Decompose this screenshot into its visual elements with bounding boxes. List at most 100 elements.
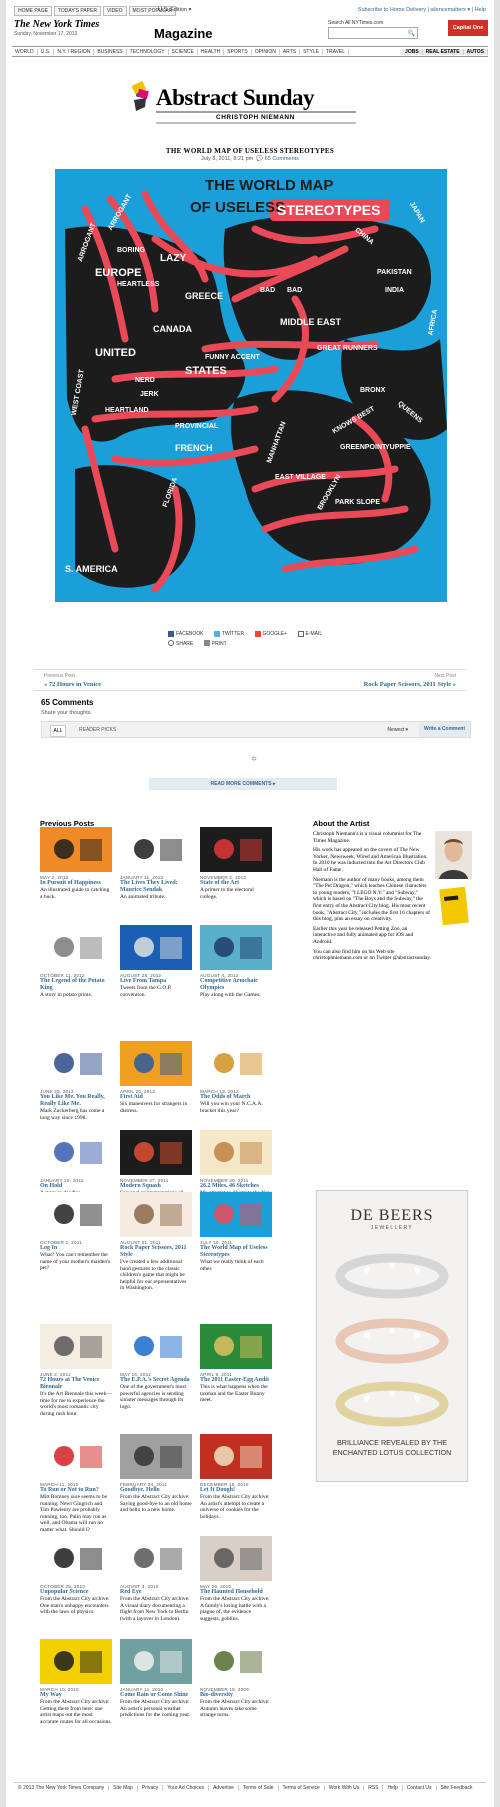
previous-post-card[interactable]: AUGUST 4, 2012 Competitive Armchair Olymp… [200, 925, 272, 999]
previous-post-card[interactable]: JANUARY 11, 2013 The Lives They Lived: Ma… [120, 827, 192, 901]
previous-post-link[interactable]: « 72 Hours in Venice [44, 681, 101, 688]
post-thumbnail[interactable] [200, 1041, 272, 1086]
footer-privacy[interactable]: Privacy [138, 1785, 164, 1791]
post-title-link[interactable]: Rock Paper Scissors, 2011 Style [120, 1245, 192, 1259]
post-thumbnail[interactable] [120, 1434, 192, 1479]
post-thumbnail[interactable] [120, 1192, 192, 1237]
post-title-link[interactable]: The Haunted Household [200, 1589, 272, 1596]
previous-post-card[interactable]: JUNE 29, 2012 You Like Me. You Really, Re… [40, 1041, 112, 1121]
previous-post-card[interactable]: MARCH 10, 2010 My Way From the Abstract Ci… [40, 1639, 112, 1725]
footer-contact-us[interactable]: Contact Us [403, 1785, 437, 1791]
post-title-link[interactable]: The Legend of the Potato King [40, 978, 112, 992]
post-title-link[interactable]: Come Rain or Come Shine [120, 1692, 192, 1699]
footer-help[interactable]: Help [383, 1785, 403, 1791]
post-title-link[interactable]: Bio-diversity [200, 1692, 272, 1699]
post-title-link[interactable]: You Like Me. You Really, Really Like Me. [40, 1094, 112, 1108]
previous-post-card[interactable]: MAY 2, 2013 In Pursuit of Happiness An ill… [40, 827, 112, 900]
previous-post-card[interactable]: MARCH 13, 2012 The Odds of March Will you … [200, 1041, 272, 1114]
email-share[interactable]: E-MAIL [297, 631, 322, 637]
previous-post-card[interactable]: OCTOBER 25, 2010 Unpopular Science From th… [40, 1536, 112, 1616]
post-thumbnail[interactable] [200, 1434, 272, 1479]
post-thumbnail[interactable] [40, 1130, 112, 1175]
post-thumbnail[interactable] [120, 1324, 192, 1369]
previous-post-card[interactable]: AUGUST 28, 2012 Live From Tampa Tweets fro… [120, 925, 192, 998]
post-thumbnail[interactable] [40, 827, 112, 872]
previous-post-card[interactable]: MARCH 11, 2010 To Run or Not to Run? Mitt … [40, 1434, 112, 1534]
post-thumbnail[interactable] [120, 827, 192, 872]
previous-post-card[interactable]: AUGUST 21, 2011 Rock Paper Scissors, 2011… [120, 1192, 192, 1292]
post-title-link[interactable]: The Odds of March [200, 1094, 272, 1101]
footer-ad-choices[interactable]: Your Ad Choices [163, 1785, 210, 1791]
post-thumbnail[interactable] [200, 1130, 272, 1175]
sort-select[interactable]: Newest ▾ [387, 727, 408, 733]
post-thumbnail[interactable] [200, 1639, 272, 1684]
footer-terms-of-service[interactable]: Terms of Service [279, 1785, 325, 1791]
post-title-link[interactable]: The E.P.A.'s Secret Agenda [120, 1377, 192, 1384]
share-more[interactable]: SHARE [168, 640, 193, 647]
previous-post-card[interactable]: JULY 10, 2011 The World Map of Useless St… [200, 1192, 272, 1272]
footer-site-map[interactable]: Site Map [109, 1785, 138, 1791]
previous-post-card[interactable]: FEBRUARY 24, 2011 Goodbye, Hello From the … [120, 1434, 192, 1514]
post-title-link[interactable]: Let It Dough! [200, 1487, 272, 1494]
previous-post-card[interactable]: AUGUST 3, 2010 Red Eye From the Abstract C… [120, 1536, 192, 1622]
post-thumbnail[interactable] [40, 1041, 112, 1086]
post-title-link[interactable]: State of the Art [200, 880, 272, 887]
post-thumbnail[interactable] [40, 925, 112, 970]
post-thumbnail[interactable] [120, 925, 192, 970]
post-thumbnail[interactable] [40, 1639, 112, 1684]
previous-post-card[interactable]: JANUARY 20, 2012On HoldA story in doodle… [40, 1130, 112, 1197]
previous-post-card[interactable]: JUNE 2, 2011 72 Hours at The Venice Bienn… [40, 1324, 112, 1417]
post-title-link[interactable]: Unpopular Science [40, 1589, 112, 1596]
tab-reader-picks[interactable]: READER PICKS [79, 727, 116, 733]
previous-post-card[interactable]: OCTOBER 11, 2012 The Legend of the Potato… [40, 925, 112, 999]
post-thumbnail[interactable] [40, 1192, 112, 1237]
previous-post-card[interactable]: JANUARY 11, 2010 Come Rain or Come Shine F… [120, 1639, 192, 1719]
post-thumbnail[interactable] [200, 1324, 272, 1369]
footer-rss[interactable]: RSS [364, 1785, 384, 1791]
footer-advertise[interactable]: Advertise [209, 1785, 239, 1791]
post-title-link[interactable]: To Run or Not to Run? [40, 1487, 112, 1494]
post-title-link[interactable]: The Lives They Lived: Maurice Sendak [120, 880, 192, 894]
post-title-link[interactable]: 72 Hours at The Venice Biennale [40, 1377, 112, 1391]
previous-post-card[interactable]: NOVEMBER 18, 2009 Bio-diversity From the A… [200, 1639, 272, 1719]
previous-post-card[interactable]: NOVEMBER 2, 2012 State of the Art A primer… [200, 827, 272, 900]
footer-site-feedback[interactable]: Site Feedback [437, 1785, 477, 1791]
post-thumbnail[interactable] [120, 1536, 192, 1581]
post-thumbnail[interactable] [200, 1192, 272, 1237]
previous-post-card[interactable]: APRIL 20, 2012 First Aid Six maneuvers for… [120, 1041, 192, 1114]
post-thumbnail[interactable] [200, 1536, 272, 1581]
next-post-link[interactable]: Rock Paper Scissors, 2011 Style » [364, 681, 456, 688]
post-thumbnail[interactable] [200, 827, 272, 872]
post-thumbnail[interactable] [40, 1536, 112, 1581]
post-thumbnail[interactable] [40, 1434, 112, 1479]
previous-post-card[interactable]: MAY 16, 2011 The E.P.A.'s Secret Agenda On… [120, 1324, 192, 1410]
post-title-link[interactable]: Red Eye [120, 1589, 192, 1596]
post-thumbnail[interactable] [120, 1130, 192, 1175]
previous-post-card[interactable]: DECEMBER 16, 2010 Let It Dough! From the A… [200, 1434, 272, 1520]
post-thumbnail[interactable] [200, 925, 272, 970]
footer-work-with-us[interactable]: Work With Us [325, 1785, 365, 1791]
post-title-link[interactable]: On Hold [40, 1183, 112, 1190]
google-plus-share[interactable]: GOOGLE+ [254, 631, 287, 637]
post-thumbnail[interactable] [120, 1041, 192, 1086]
footer-copyright[interactable]: © 2013 The New York Times Company [14, 1785, 110, 1791]
post-thumbnail[interactable] [40, 1324, 112, 1369]
post-title-link[interactable]: Competitive Armchair Olympics [200, 978, 272, 992]
previous-post-card[interactable]: OCTOBER 2, 2011 Log In What? You can't rem… [40, 1192, 112, 1272]
twitter-share[interactable]: TWITTER [213, 631, 244, 637]
print-button[interactable]: PRINT [203, 640, 227, 647]
previous-post-card[interactable]: APRIL 6, 2011 The 2011 Easter-Egg Audit Th… [200, 1324, 272, 1404]
tab-all[interactable]: ALL [50, 725, 66, 737]
post-title-link[interactable]: In Pursuit of Happiness [40, 880, 112, 887]
article-comments-link[interactable]: 65 Comments [265, 156, 299, 162]
post-title-link[interactable]: Goodbye, Hello [120, 1487, 192, 1494]
facebook-share[interactable]: FACEBOOK [168, 631, 204, 637]
de-beers-ad[interactable]: DE BEERS JEWELLERY BRILLIANCE REVEALED B… [316, 1190, 468, 1482]
write-comment-button[interactable]: Write a Comment [418, 722, 470, 737]
post-title-link[interactable]: Log In [40, 1245, 112, 1252]
post-title-link[interactable]: First Aid [120, 1094, 192, 1101]
previous-post-card[interactable]: MAY 26, 2010 The Haunted Household From th… [200, 1536, 272, 1622]
post-title-link[interactable]: My Way [40, 1692, 112, 1699]
post-thumbnail[interactable] [120, 1639, 192, 1684]
post-title-link[interactable]: The World Map of Useless Stereotypes [200, 1245, 272, 1259]
